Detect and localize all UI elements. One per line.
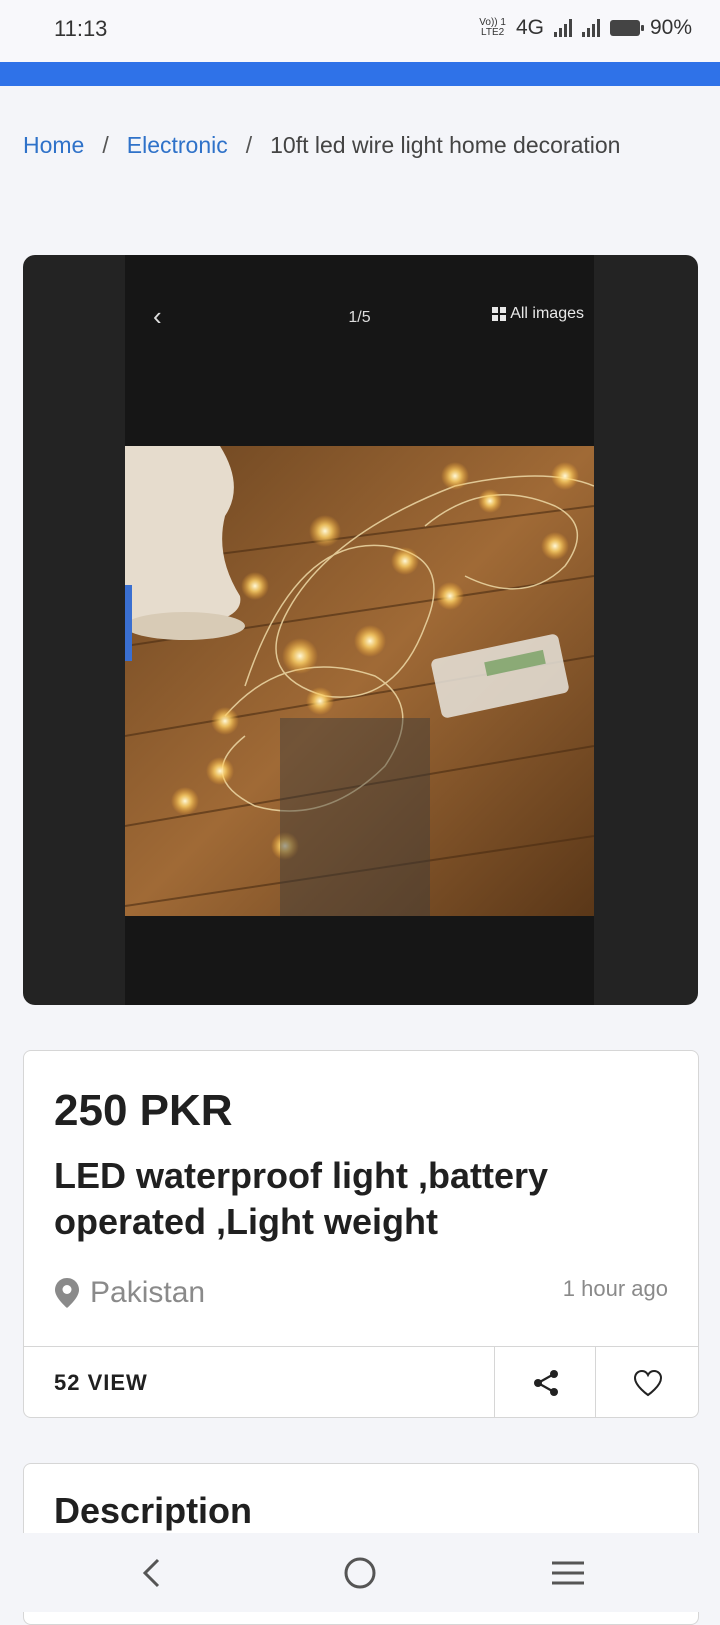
- system-nav-bar: [0, 1533, 720, 1612]
- location-pin-icon: [55, 1278, 79, 1308]
- listing-price: 250 PKR: [54, 1086, 233, 1135]
- posted-time: 1 hour ago: [562, 1276, 668, 1301]
- nav-menu-button[interactable]: [538, 1553, 598, 1593]
- menu-icon: [552, 1561, 584, 1585]
- all-images-button[interactable]: All images: [492, 305, 584, 323]
- listing-title: LED waterproof light ,battery operated ,…: [54, 1155, 549, 1242]
- back-icon: [142, 1558, 160, 1588]
- grid-icon: [492, 307, 507, 321]
- breadcrumb-current: 10ft led wire light home decoration: [270, 132, 621, 158]
- status-time: 11:13: [54, 16, 108, 41]
- network-type: 4G: [515, 16, 544, 39]
- heart-icon: [633, 1369, 662, 1396]
- product-photo[interactable]: [125, 446, 594, 916]
- signal-icon: [553, 19, 572, 37]
- nav-home-button[interactable]: [330, 1553, 390, 1593]
- all-images-label: All images: [510, 305, 584, 322]
- breadcrumb-separator: /: [245, 132, 253, 158]
- favorite-button[interactable]: [595, 1347, 699, 1418]
- listing-actions: 52 VIEW: [24, 1346, 698, 1418]
- image-gallery[interactable]: ‹ 1/5 All images: [23, 255, 698, 1005]
- lte-label: LTE2: [481, 27, 505, 38]
- home-circle-icon: [344, 1557, 376, 1589]
- status-icons: Vo)) 1 LTE2 4G 90%: [479, 16, 692, 40]
- gallery-frame: ‹ 1/5 All images: [125, 255, 594, 1005]
- listing-location: Pakistan: [54, 1276, 205, 1310]
- description-heading: Description: [54, 1490, 253, 1531]
- battery-icon: [609, 20, 644, 36]
- location-label: Pakistan: [90, 1276, 206, 1309]
- breadcrumb-category[interactable]: Electronic: [127, 132, 228, 159]
- nav-back-button[interactable]: [122, 1553, 182, 1593]
- volte-indicator: Vo)) 1 LTE2: [479, 18, 506, 38]
- gallery-side-tab: [125, 585, 132, 661]
- breadcrumb-home[interactable]: Home: [23, 132, 84, 159]
- view-count: 52 VIEW: [54, 1370, 148, 1395]
- share-button[interactable]: [494, 1347, 596, 1418]
- breadcrumb-separator: /: [102, 132, 109, 158]
- share-icon: [533, 1369, 558, 1396]
- listing-card: 250 PKR LED waterproof light ,battery op…: [23, 1050, 699, 1418]
- battery-percent: 90%: [649, 16, 692, 39]
- signal-icon-2: [581, 19, 600, 37]
- status-bar: 11:13 Vo)) 1 LTE2 4G 90%: [0, 0, 720, 62]
- header-bar: [0, 62, 720, 86]
- breadcrumb: Home / Electronic / 10ft led wire light …: [23, 132, 620, 159]
